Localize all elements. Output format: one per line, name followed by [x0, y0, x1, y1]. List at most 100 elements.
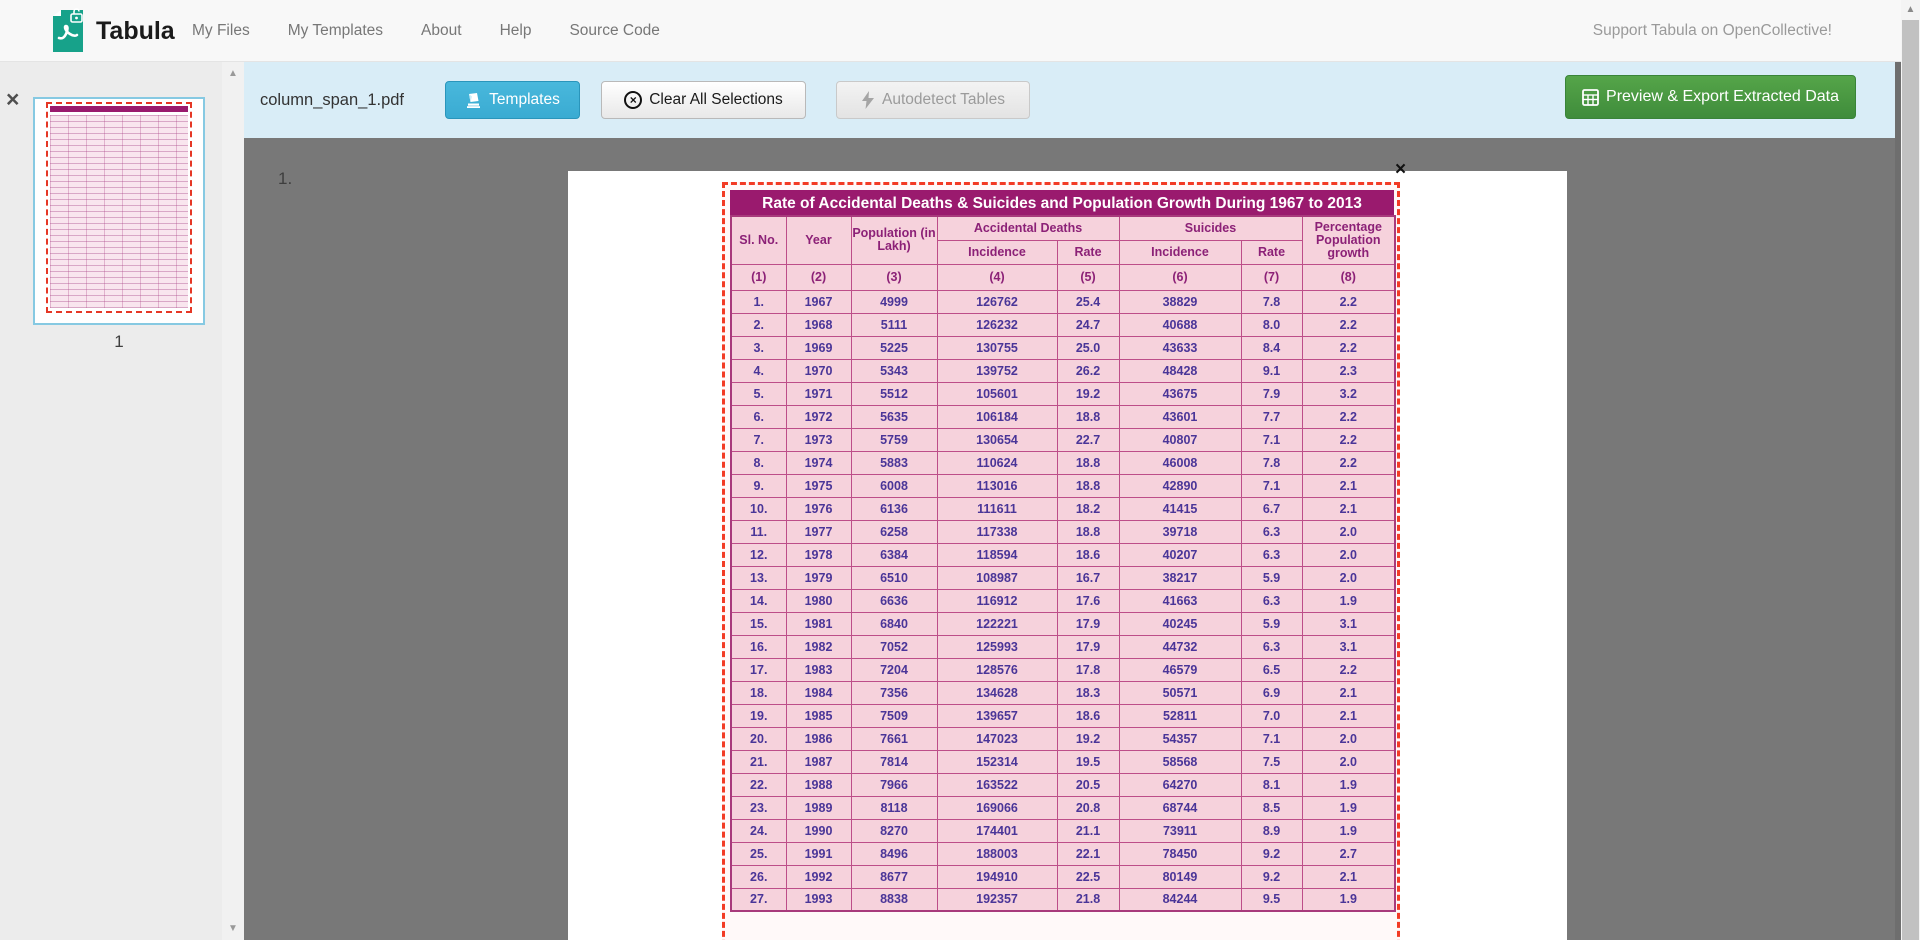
- table-cell: 26.: [731, 865, 786, 888]
- col-number: (5): [1057, 264, 1119, 290]
- table-cell: 2.2: [1302, 405, 1395, 428]
- table-cell: 2.0: [1302, 543, 1395, 566]
- table-cell: 8.9: [1241, 819, 1302, 842]
- nav-item-my-files[interactable]: My Files: [192, 22, 250, 40]
- table-row: 23.1989811816906620.8687448.51.9: [731, 796, 1395, 819]
- table-cell: 4.: [731, 359, 786, 382]
- nav-item-source-code[interactable]: Source Code: [569, 22, 659, 40]
- table-cell: 8.0: [1241, 313, 1302, 336]
- page-thumbnail[interactable]: [33, 97, 205, 325]
- nav-item-help[interactable]: Help: [500, 22, 532, 40]
- doc-table-body: 1.1967499912676225.4388297.82.22.1968511…: [731, 290, 1395, 911]
- col-number: (8): [1302, 264, 1395, 290]
- table-cell: 2.1: [1302, 474, 1395, 497]
- scrollbar-thumb[interactable]: [1902, 20, 1919, 940]
- table-cell: 2.1: [1302, 681, 1395, 704]
- clear-selections-icon: ×: [624, 91, 642, 109]
- table-cell: 1972: [786, 405, 851, 428]
- table-cell: 2.2: [1302, 428, 1395, 451]
- preview-export-button[interactable]: Preview & Export Extracted Data: [1565, 75, 1856, 119]
- table-cell: 130654: [937, 428, 1057, 451]
- table-cell: 1.9: [1302, 819, 1395, 842]
- table-cell: 7.8: [1241, 290, 1302, 313]
- col-header-population: Population (in Lakh): [851, 216, 937, 264]
- table-cell: 5.9: [1241, 566, 1302, 589]
- autodetect-button-label: Autodetect Tables: [882, 91, 1005, 109]
- table-cell: 8.5: [1241, 796, 1302, 819]
- table-cell: 8838: [851, 888, 937, 911]
- table-cell: 7.1: [1241, 727, 1302, 750]
- table-cell: 22.: [731, 773, 786, 796]
- table-cell: 8.: [731, 451, 786, 474]
- table-cell: 50571: [1119, 681, 1241, 704]
- table-cell: 7204: [851, 658, 937, 681]
- table-cell: 6136: [851, 497, 937, 520]
- table-cell: 40807: [1119, 428, 1241, 451]
- table-row: 17.1983720412857617.8465796.52.2: [731, 658, 1395, 681]
- table-cell: 24.: [731, 819, 786, 842]
- table-cell: 17.6: [1057, 589, 1119, 612]
- templates-button-label: Templates: [489, 91, 560, 109]
- table-cell: 18.8: [1057, 520, 1119, 543]
- table-cell: 25.0: [1057, 336, 1119, 359]
- table-cell: 1985: [786, 704, 851, 727]
- table-cell: 5225: [851, 336, 937, 359]
- table-cell: 1993: [786, 888, 851, 911]
- nav-links: My Files My Templates About Help Source …: [192, 0, 660, 62]
- page-scrollbar[interactable]: ▲: [1901, 0, 1920, 940]
- table-cell: 78450: [1119, 842, 1241, 865]
- table-cell: 41415: [1119, 497, 1241, 520]
- table-cell: 9.1: [1241, 359, 1302, 382]
- remove-page-icon[interactable]: ×: [6, 88, 19, 111]
- table-cell: 7.5: [1241, 750, 1302, 773]
- table-cell: 2.0: [1302, 566, 1395, 589]
- scroll-down-icon[interactable]: ▼: [222, 923, 244, 934]
- table-cell: 19.2: [1057, 727, 1119, 750]
- pdf-page[interactable]: × Rate of Accidental Deaths & Suicides a…: [568, 171, 1567, 940]
- table-cell: 152314: [937, 750, 1057, 773]
- table-cell: 46008: [1119, 451, 1241, 474]
- table-cell: 194910: [937, 865, 1057, 888]
- table-cell: 18.6: [1057, 704, 1119, 727]
- table-cell: 1.9: [1302, 589, 1395, 612]
- table-cell: 139752: [937, 359, 1057, 382]
- scroll-up-icon[interactable]: ▲: [222, 68, 244, 79]
- table-cell: 84244: [1119, 888, 1241, 911]
- table-cell: 9.: [731, 474, 786, 497]
- table-cell: 6258: [851, 520, 937, 543]
- table-cell: 64270: [1119, 773, 1241, 796]
- brand-title: Tabula: [96, 17, 175, 46]
- selection-close-icon[interactable]: ×: [1395, 160, 1406, 179]
- table-row: 10.1976613611161118.2414156.72.1: [731, 497, 1395, 520]
- support-link[interactable]: Support Tabula on OpenCollective!: [1593, 0, 1832, 62]
- table-cell: 21.1: [1057, 819, 1119, 842]
- sidebar-scrollbar[interactable]: ▲ ▼: [222, 62, 244, 940]
- table-cell: 1979: [786, 566, 851, 589]
- table-cell: 48428: [1119, 359, 1241, 382]
- page-thumbnail-label: 1: [33, 332, 205, 352]
- table-cell: 18.6: [1057, 543, 1119, 566]
- table-cell: 1969: [786, 336, 851, 359]
- table-cell: 8.4: [1241, 336, 1302, 359]
- table-cell: 163522: [937, 773, 1057, 796]
- table-cell: 2.2: [1302, 451, 1395, 474]
- table-cell: 1988: [786, 773, 851, 796]
- navbar: Tabula My Files My Templates About Help …: [0, 0, 1920, 62]
- templates-button[interactable]: Templates: [445, 81, 580, 119]
- col-header-sl-no: Sl. No.: [731, 216, 786, 264]
- table-cell: 17.9: [1057, 612, 1119, 635]
- col-header-percentage-growth: Percentage Population growth: [1302, 216, 1395, 264]
- brand[interactable]: Tabula: [45, 8, 175, 54]
- table-cell: 3.1: [1302, 635, 1395, 658]
- table-cell: 8677: [851, 865, 937, 888]
- nav-item-about[interactable]: About: [421, 22, 462, 40]
- table-cell: 5.9: [1241, 612, 1302, 635]
- table-cell: 2.3: [1302, 359, 1395, 382]
- table-cell: 23.: [731, 796, 786, 819]
- scroll-up-icon[interactable]: ▲: [1901, 4, 1920, 15]
- table-cell: 20.8: [1057, 796, 1119, 819]
- autodetect-tables-button[interactable]: Autodetect Tables: [836, 81, 1030, 119]
- nav-item-my-templates[interactable]: My Templates: [288, 22, 383, 40]
- table-cell: 21.: [731, 750, 786, 773]
- clear-all-selections-button[interactable]: × Clear All Selections: [601, 81, 806, 119]
